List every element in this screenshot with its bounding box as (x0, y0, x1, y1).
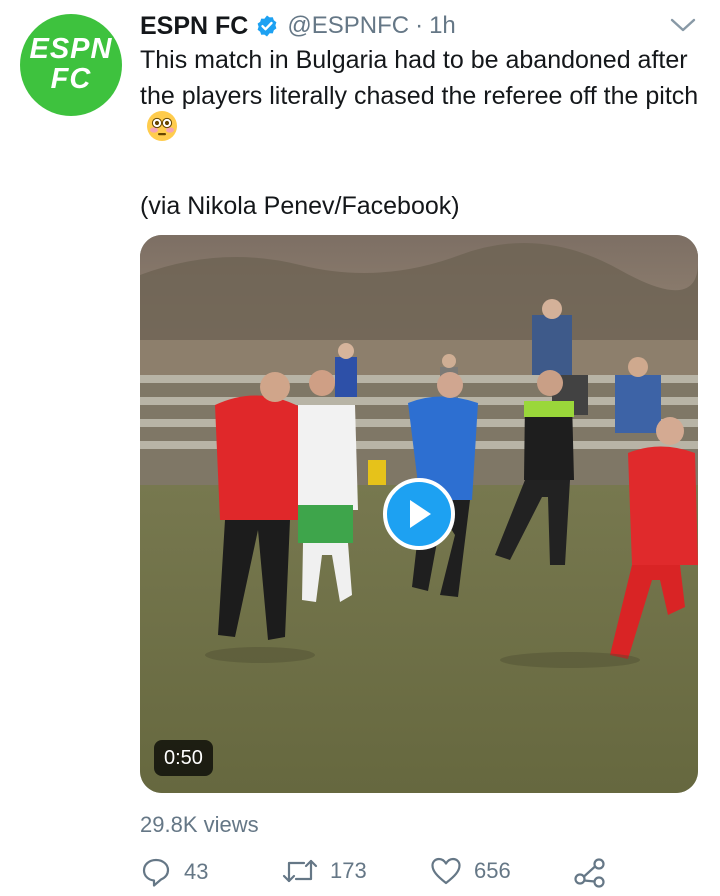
via-credit: (via Nikola Penev/Facebook) (140, 192, 460, 220)
like-button[interactable]: 656 (430, 856, 511, 886)
avatar-text-line2: FC (50, 62, 92, 95)
like-count: 656 (474, 858, 511, 883)
retweet-count: 173 (330, 858, 367, 883)
share-icon (574, 858, 605, 888)
play-icon (410, 500, 431, 528)
tweet-header: ESPN FC @ESPNFC · 1h (140, 8, 456, 44)
reply-count: 43 (184, 859, 209, 884)
share-button[interactable] (573, 856, 607, 888)
handle[interactable]: @ESPNFC (287, 12, 409, 40)
separator-dot: · (415, 12, 424, 39)
chevron-down-icon[interactable] (668, 14, 698, 41)
flushed-face-emoji-icon (146, 110, 178, 152)
avatar[interactable]: ESPN FC (20, 14, 122, 116)
video-player[interactable]: 0:50 (140, 235, 698, 793)
reply-button[interactable]: 43 (140, 856, 208, 888)
verified-badge-icon (255, 14, 279, 38)
tweet-text: This match in Bulgaria had to be abandon… (140, 42, 700, 152)
tweet-actions: 43 173 656 (140, 856, 610, 896)
heart-icon (431, 857, 461, 885)
retweet-icon (282, 859, 318, 883)
retweet-button[interactable]: 173 (282, 856, 367, 886)
tweet-body: This match in Bulgaria had to be abandon… (140, 46, 699, 110)
timestamp[interactable]: 1h (429, 12, 456, 40)
video-duration-badge: 0:50 (154, 740, 213, 776)
avatar-text-line1: ESPN (29, 32, 113, 65)
reply-icon (142, 858, 170, 887)
play-button[interactable] (383, 478, 455, 550)
display-name[interactable]: ESPN FC (140, 12, 248, 41)
view-count: 29.8K views (140, 812, 259, 837)
